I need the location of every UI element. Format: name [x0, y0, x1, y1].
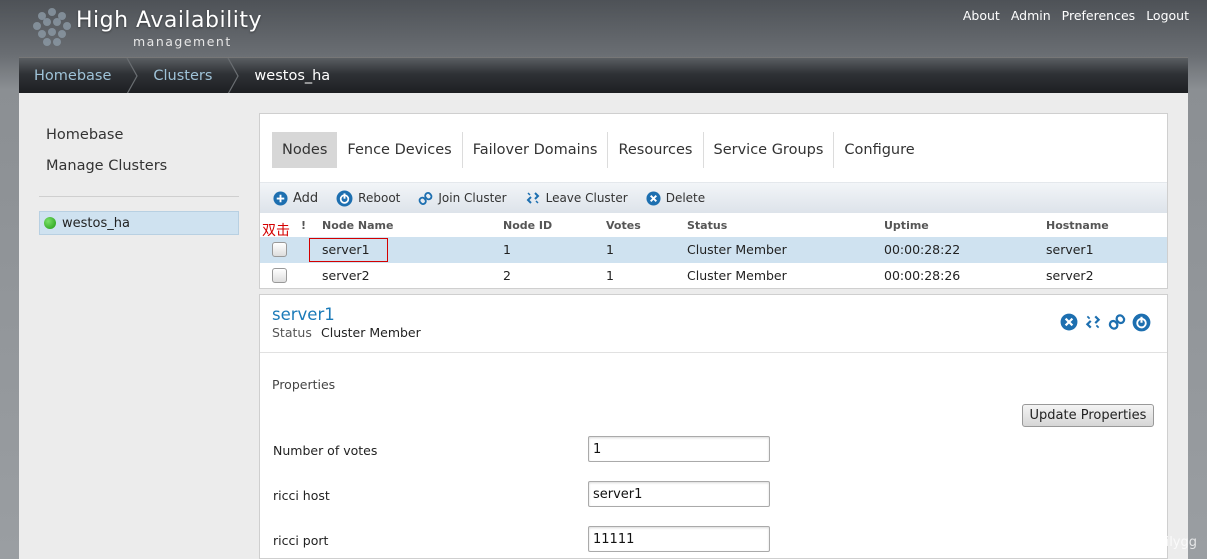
row-checkbox[interactable] [272, 242, 287, 257]
delete-icon[interactable] [1060, 313, 1078, 331]
reboot-button[interactable]: Reboot [336, 190, 400, 207]
link-icon [418, 191, 433, 205]
leave-cluster-label: Leave Cluster [545, 191, 628, 205]
update-properties-button[interactable]: Update Properties [1022, 404, 1154, 427]
table-header: ! Node Name Node ID Votes Status Uptime … [260, 213, 1167, 237]
link-icon[interactable] [1108, 313, 1126, 331]
leave-cluster-button[interactable]: Leave Cluster [525, 190, 628, 206]
ricci-port-input[interactable] [588, 526, 770, 552]
about-link[interactable]: About [963, 8, 1000, 23]
node-action-icons [1060, 313, 1151, 332]
detail-divider [260, 352, 1167, 353]
nodes-panel: Nodes Fence Devices Failover Domains Res… [259, 113, 1168, 289]
reboot-label: Reboot [358, 191, 401, 205]
breadcrumb-homebase[interactable]: Homebase [19, 58, 126, 94]
uptime-cell: 00:00:28:26 [884, 268, 961, 283]
status-cell: Cluster Member [687, 268, 787, 283]
app-logo: High Availability management [22, 2, 272, 54]
column-uptime[interactable]: Uptime [884, 219, 929, 232]
join-cluster-button[interactable]: Join Cluster [418, 191, 507, 206]
main-area: Homebase Manage Clusters westos_ha Nodes… [19, 93, 1188, 559]
table-row[interactable]: server2 2 1 Cluster Member 00:00:28:26 s… [260, 263, 1167, 289]
properties-heading: Properties [272, 377, 336, 392]
broken-link-icon[interactable] [1084, 313, 1102, 331]
ricci-port-label: ricci port [273, 533, 329, 548]
status-dot-icon [44, 217, 56, 229]
table-row[interactable]: server1 1 1 Cluster Member 00:00:28:22 s… [260, 237, 1167, 263]
sidebar-item-manage-clusters[interactable]: Manage Clusters [46, 158, 167, 174]
votes-cell: 1 [606, 242, 614, 257]
hostname-cell: server1 [1046, 242, 1094, 257]
sidebar-item-cluster[interactable]: westos_ha [39, 211, 239, 235]
tab-service-groups[interactable]: Service Groups [704, 132, 835, 168]
admin-link[interactable]: Admin [1011, 8, 1051, 23]
top-nav: About Admin Preferences Logout [952, 8, 1189, 23]
app-title: High Availability [76, 8, 262, 33]
breadcrumb-separator-icon [126, 57, 139, 94]
column-node-name[interactable]: Node Name [322, 219, 393, 232]
delete-label: Delete [665, 191, 706, 205]
status-value: Cluster Member [321, 325, 421, 340]
votes-input[interactable] [588, 436, 770, 462]
preferences-link[interactable]: Preferences [1062, 8, 1136, 23]
node-name-cell[interactable]: server2 [322, 268, 370, 283]
node-toolbar: Add Reboot Join Cluster Leave Cluster De… [260, 182, 1167, 213]
breadcrumb-clusters[interactable]: Clusters [138, 58, 227, 94]
join-cluster-label: Join Cluster [438, 191, 507, 205]
add-icon [273, 190, 288, 206]
add-button[interactable]: Add [273, 191, 318, 206]
column-status[interactable]: Status [687, 219, 727, 232]
ricci-host-input[interactable] [588, 481, 770, 507]
uptime-cell: 00:00:28:22 [884, 242, 961, 257]
power-icon [336, 190, 353, 206]
sidebar: Homebase Manage Clusters westos_ha [19, 93, 259, 559]
breadcrumb: Homebase Clusters westos_ha [19, 57, 1188, 94]
tab-fence-devices[interactable]: Fence Devices [337, 132, 463, 168]
breadcrumb-current: westos_ha [254, 67, 331, 84]
node-detail-panel: server1 Status Cluster Member Properties… [259, 294, 1168, 559]
status-label: Status [272, 325, 312, 340]
app-subtitle: management [133, 34, 232, 49]
tab-resources[interactable]: Resources [608, 132, 704, 168]
column-votes[interactable]: Votes [606, 219, 641, 232]
column-flag[interactable]: ! [301, 219, 306, 232]
power-icon[interactable] [1132, 313, 1151, 332]
node-id-cell: 2 [503, 268, 511, 283]
ricci-host-label: ricci host [273, 488, 330, 503]
votes-cell: 1 [606, 268, 614, 283]
sidebar-divider [39, 196, 239, 197]
delete-button[interactable]: Delete [646, 190, 706, 206]
tab-configure[interactable]: Configure [834, 132, 924, 168]
tab-nodes[interactable]: Nodes [272, 132, 338, 168]
annotation-text: 双击 [262, 223, 290, 239]
annotation-highlight-box [309, 238, 388, 262]
logout-link[interactable]: Logout [1146, 8, 1189, 23]
delete-icon [646, 190, 661, 206]
watermark-text: https://blog.csdn.net/lilygg [1022, 535, 1197, 550]
hostname-cell: server2 [1046, 268, 1094, 283]
status-cell: Cluster Member [687, 242, 787, 257]
votes-field-label: Number of votes [273, 443, 378, 458]
tab-bar: Nodes Fence Devices Failover Domains Res… [272, 132, 925, 168]
add-label: Add [293, 190, 319, 206]
node-id-cell: 1 [503, 242, 511, 257]
sidebar-item-homebase[interactable]: Homebase [46, 127, 123, 143]
node-detail-title: server1 [272, 305, 335, 324]
column-node-id[interactable]: Node ID [503, 219, 552, 232]
row-checkbox[interactable] [272, 268, 287, 283]
column-hostname[interactable]: Hostname [1046, 219, 1109, 232]
broken-link-icon [526, 192, 540, 204]
breadcrumb-separator-icon [227, 57, 240, 94]
tab-failover-domains[interactable]: Failover Domains [463, 132, 609, 168]
cluster-name: westos_ha [62, 215, 130, 231]
